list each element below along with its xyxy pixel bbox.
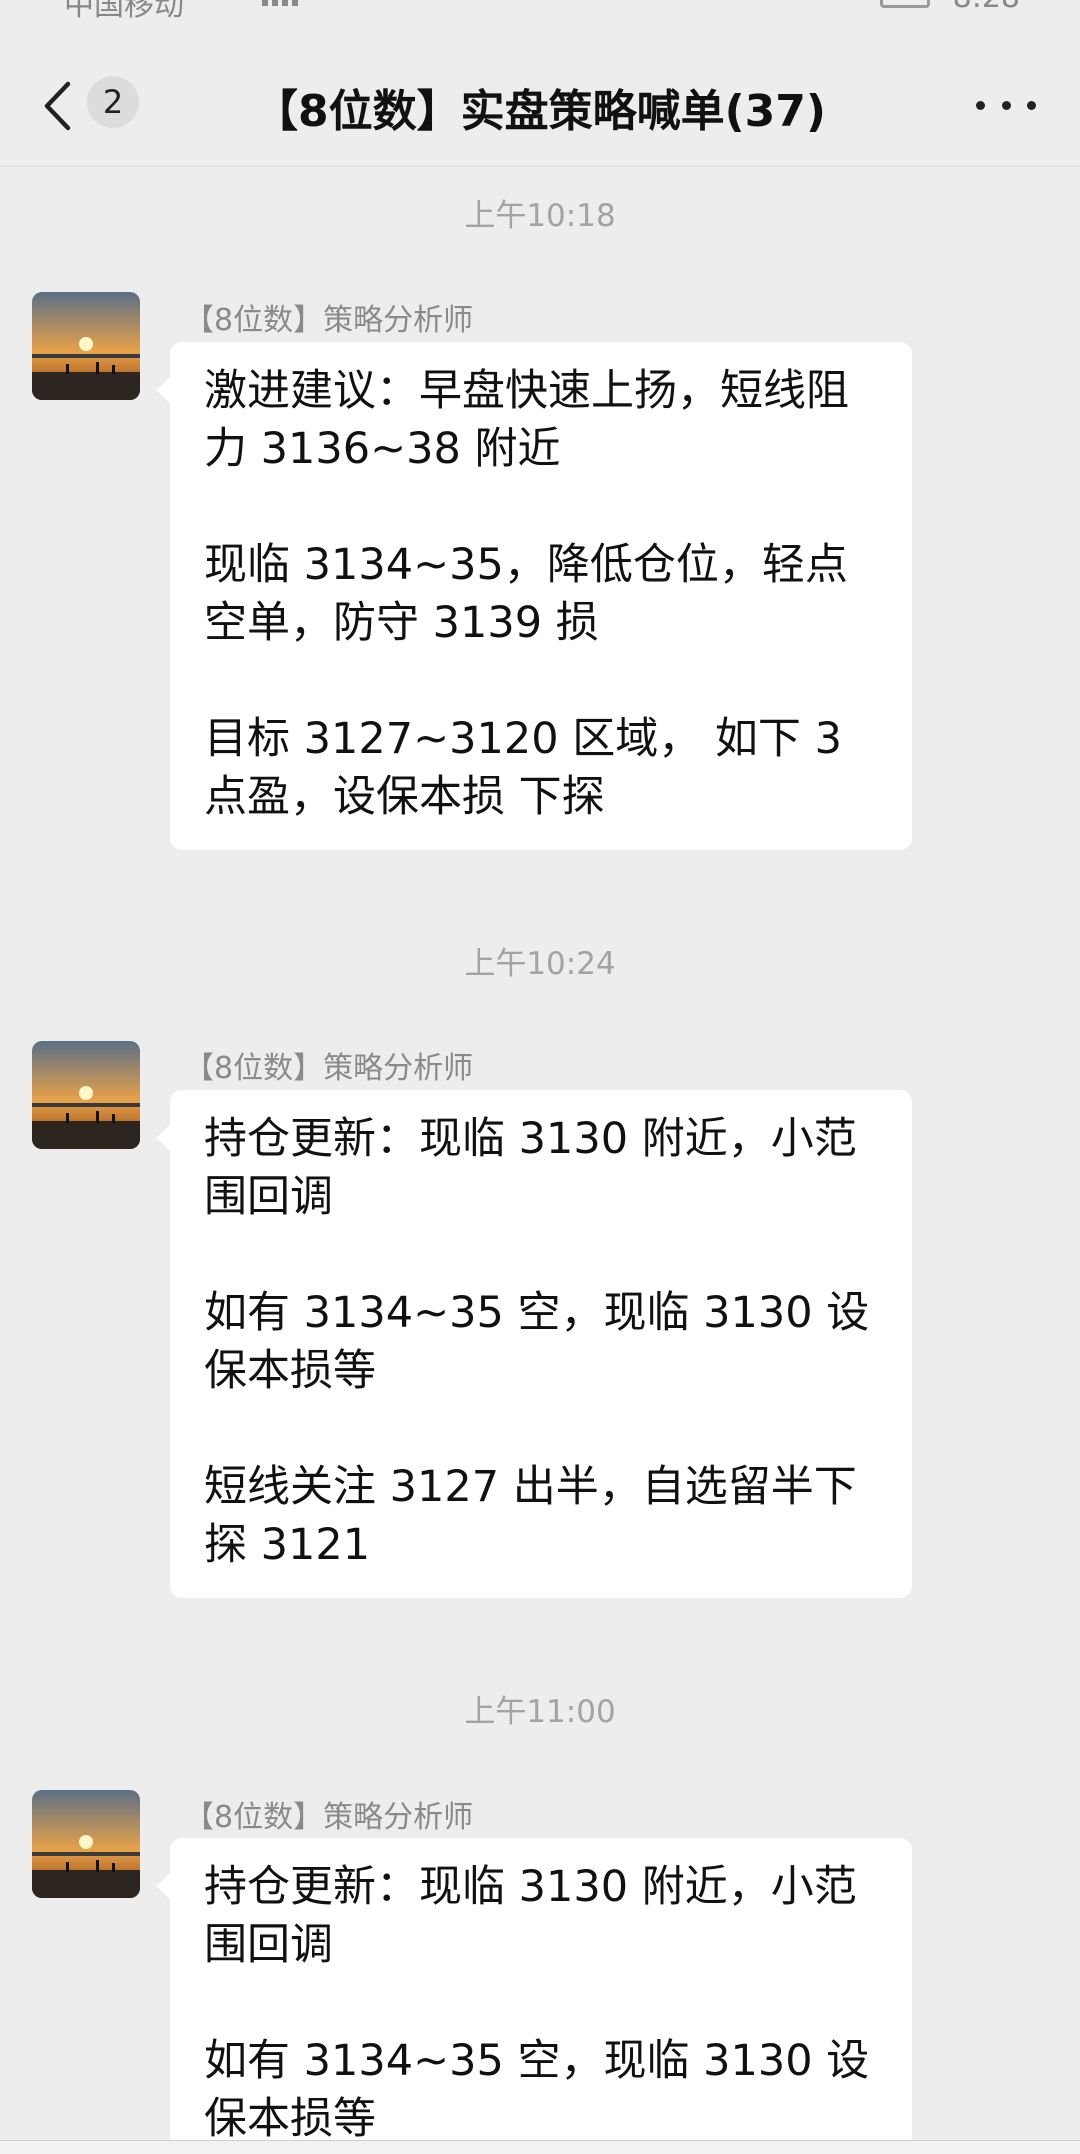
clock-label: 8:28: [953, 0, 1020, 15]
message-timestamp: 上午11:00: [464, 1694, 616, 1730]
sender-name: 【8位数】策略分析师: [184, 1800, 474, 1835]
sunset-avatar-image: [32, 292, 140, 400]
more-dots-icon: [976, 100, 985, 110]
message-bubble[interactable]: 持仓更新：现临 3130 附近，小范围回调 如有 3134~35 空，现临 31…: [156, 1838, 912, 2154]
message-bubble[interactable]: 持仓更新：现临 3130 附近，小范围回调 如有 3134~35 空，现临 31…: [156, 1090, 912, 1598]
bottom-edge: [0, 2140, 1080, 2154]
message-paragraph: 激进建议：早盘快速上扬，短线阻力 3136~38 附近: [204, 366, 849, 474]
message-paragraph: 现临 3134~35，降低仓位，轻点空单，防守 3139 损: [204, 540, 848, 648]
signal-icon: [262, 0, 302, 6]
message-bubble[interactable]: 激进建议：早盘快速上扬，短线阻力 3136~38 附近 现临 3134~35，降…: [156, 342, 912, 850]
sender-avatar[interactable]: [32, 1041, 140, 1149]
sunset-avatar-image: [32, 1790, 140, 1898]
more-dot: [1001, 100, 1011, 110]
message-paragraph: 持仓更新：现临 3130 附近，小范围回调: [204, 1114, 857, 1222]
status-bar: 中国移动 8:28: [0, 0, 1080, 18]
sender-avatar[interactable]: [32, 1790, 140, 1898]
sender-name: 【8位数】策略分析师: [184, 1051, 474, 1086]
message-paragraph: 如有 3134~35 空，现临 3130 设保本损等: [204, 1288, 870, 1396]
sender-name: 【8位数】策略分析师: [184, 303, 474, 338]
sender-avatar[interactable]: [32, 292, 140, 400]
message-paragraph: 如有 3134~35 空，现临 3130 设保本损等: [204, 2036, 870, 2144]
message-paragraph: 短线关注 3127 出半，自选留半下探 3121: [204, 1462, 857, 1570]
message-paragraph: 持仓更新：现临 3130 附近，小范围回调: [204, 1862, 857, 1970]
chat-title: 【8位数】实盘策略喊单(37): [253, 86, 827, 137]
sunset-avatar-image: [32, 1041, 140, 1149]
more-dot: [1027, 100, 1036, 110]
message-paragraph: 目标 3127~3120 区域， 如下 3 点盈，设保本损 下探: [204, 714, 842, 822]
message-timestamp: 上午10:18: [464, 198, 616, 234]
more-button[interactable]: [976, 90, 1036, 120]
chat-header: 2 【8位数】实盘策略喊单(37): [0, 20, 1080, 180]
message-timestamp: 上午10:24: [464, 946, 616, 982]
battery-icon: [880, 0, 930, 8]
carrier-label: 中国移动: [64, 0, 184, 18]
header-divider: [0, 166, 1080, 167]
